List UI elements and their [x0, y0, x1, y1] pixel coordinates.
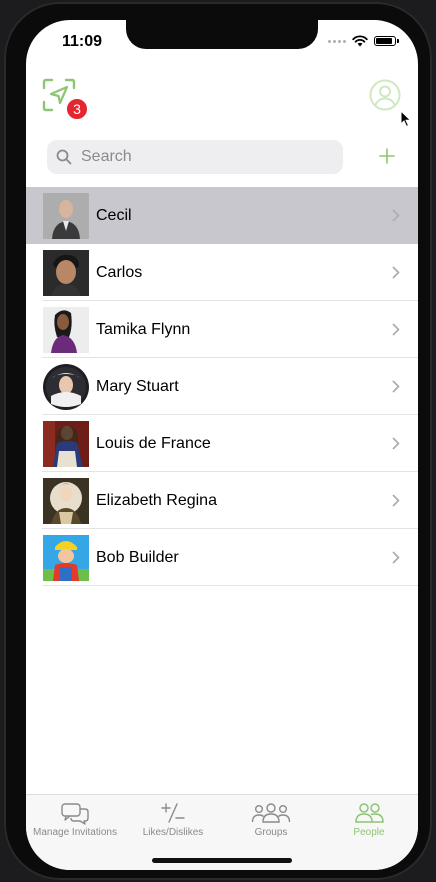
chevron-right-icon [392, 494, 400, 507]
app-screen: 11:09 3 Search Cecil Carlos Tamika Flynn… [26, 20, 418, 870]
tab-label: People [353, 827, 385, 838]
person-name: Mary Stuart [96, 377, 179, 395]
tab-groups[interactable]: Groups [222, 801, 320, 838]
chat-bubbles-icon [61, 803, 89, 825]
list-item[interactable]: Louis de France [26, 415, 418, 472]
avatar [43, 249, 89, 296]
battery-icon [374, 36, 399, 46]
notch [126, 20, 318, 49]
chevron-right-icon [392, 380, 400, 393]
list-item[interactable]: Elizabeth Regina [26, 472, 418, 529]
home-indicator [152, 858, 292, 863]
tab-likes-dislikes[interactable]: Likes/Dislikes [124, 801, 222, 838]
chevron-right-icon [392, 323, 400, 336]
list-item[interactable]: Cecil [26, 187, 418, 244]
add-person-button[interactable] [378, 147, 396, 165]
tab-label: Likes/Dislikes [142, 827, 204, 838]
plus-minus-icon [161, 803, 185, 823]
chevron-right-icon [392, 437, 400, 450]
tab-people[interactable]: People [320, 801, 418, 838]
search-icon [56, 149, 72, 165]
avatar [43, 420, 89, 467]
person-name: Bob Builder [96, 548, 179, 566]
chevron-right-icon [392, 551, 400, 564]
tab-label: Manage Invitations [33, 827, 117, 838]
list-item[interactable]: Bob Builder [26, 529, 418, 586]
person-name: Cecil [96, 206, 132, 224]
plus-icon [379, 148, 395, 164]
person-name: Tamika Flynn [96, 320, 191, 338]
cellular-signal-icon [328, 39, 346, 43]
user-circle-icon [369, 79, 401, 111]
list-item[interactable]: Carlos [26, 244, 418, 301]
person-name: Carlos [96, 263, 143, 281]
search-input[interactable] [79, 147, 323, 167]
mouse-cursor-icon [400, 110, 412, 128]
status-icons [328, 35, 399, 47]
notification-badge: 3 [66, 98, 88, 120]
chevron-right-icon [392, 266, 400, 279]
person-name: Louis de France [96, 434, 211, 452]
status-time: 11:09 [62, 33, 103, 50]
avatar [43, 192, 89, 239]
search-bar[interactable] [47, 140, 343, 174]
list-item[interactable]: Tamika Flynn [26, 301, 418, 358]
person-name: Elizabeth Regina [96, 491, 217, 509]
groups-icon [251, 803, 291, 823]
tab-manage-invitations[interactable]: Manage Invitations [26, 801, 124, 838]
list-item[interactable]: Mary Stuart [26, 358, 418, 415]
avatar [43, 534, 89, 581]
chevron-right-icon [392, 209, 400, 222]
profile-button[interactable] [369, 79, 401, 111]
avatar [43, 477, 89, 524]
people-list: Cecil Carlos Tamika Flynn Mary Stuart Lo… [26, 187, 418, 586]
phone-frame: 11:09 3 Search Cecil Carlos Tamika Flynn… [4, 2, 432, 880]
avatar [43, 363, 89, 410]
avatar [43, 306, 89, 353]
people-icon [355, 803, 384, 823]
tab-label: Groups [254, 827, 288, 838]
wifi-icon [352, 35, 368, 47]
